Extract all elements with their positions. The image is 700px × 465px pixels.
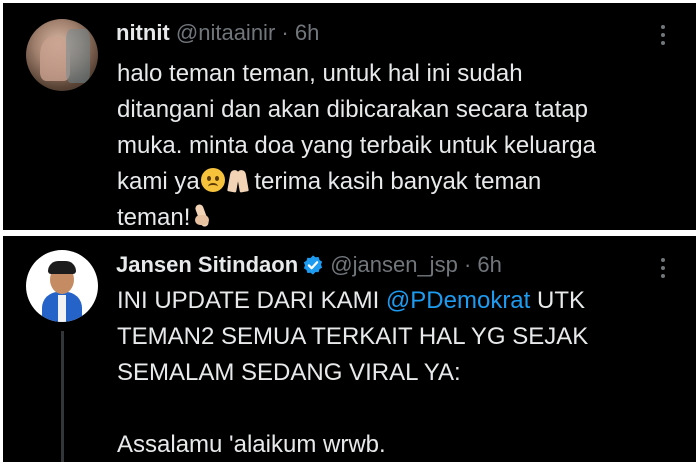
crossed-fingers-icon: [192, 204, 212, 228]
text-line: kami ya: [117, 168, 200, 195]
tweet-card-1[interactable]: nitnit @nitaainir · 6h halo teman teman,…: [3, 3, 696, 230]
tweet-header: nitnit @nitaainir · 6h: [116, 19, 319, 47]
timestamp[interactable]: 6h: [477, 252, 501, 277]
mention-link[interactable]: @PDemokrat: [386, 287, 530, 314]
timestamp[interactable]: 6h: [295, 20, 319, 45]
text-line: halo teman teman, untuk hal ini sudah: [117, 60, 523, 87]
verified-badge-icon: [303, 255, 323, 275]
folded-hands-icon: [228, 168, 248, 192]
text-line: TEMAN2 SEMUA TERKAIT HAL YG SEJAK: [117, 323, 589, 350]
more-options-icon[interactable]: [660, 25, 666, 49]
text-line: SEMALAM SEDANG VIRAL YA:: [117, 359, 461, 386]
text-line: Assalamu 'alaikum wrwb.: [117, 431, 386, 458]
display-name[interactable]: nitnit: [116, 20, 170, 45]
text-line: muka. minta doa yang terbaik untuk kelua…: [117, 132, 596, 159]
tweet-card-2[interactable]: Jansen Sitindaon @jansen_jsp · 6h INI UP…: [3, 236, 696, 462]
avatar[interactable]: [26, 19, 98, 91]
user-handle[interactable]: @jansen_jsp: [330, 252, 458, 277]
text-line: terima kasih banyak teman: [247, 168, 542, 195]
display-name[interactable]: Jansen Sitindaon: [116, 252, 298, 277]
user-handle[interactable]: @nitaainir: [176, 20, 275, 45]
tweet-header: Jansen Sitindaon @jansen_jsp · 6h: [116, 251, 502, 279]
text-line: INI UPDATE DARI KAMI: [117, 287, 386, 314]
separator: ·: [281, 20, 289, 45]
thread-line: [61, 331, 64, 462]
separator: ·: [463, 252, 472, 277]
frowning-face-icon: [200, 168, 225, 192]
avatar[interactable]: [26, 250, 98, 322]
text-line: teman!: [117, 204, 191, 230]
tweet-text: halo teman teman, untuk hal ini sudah di…: [117, 56, 677, 230]
text-line: ditangani dan akan dibicarakan secara ta…: [117, 96, 588, 123]
text-line: UTK: [530, 287, 585, 314]
tweet-text: INI UPDATE DARI KAMI @PDemokrat UTK TEMA…: [117, 283, 677, 462]
more-options-icon[interactable]: [660, 258, 666, 282]
